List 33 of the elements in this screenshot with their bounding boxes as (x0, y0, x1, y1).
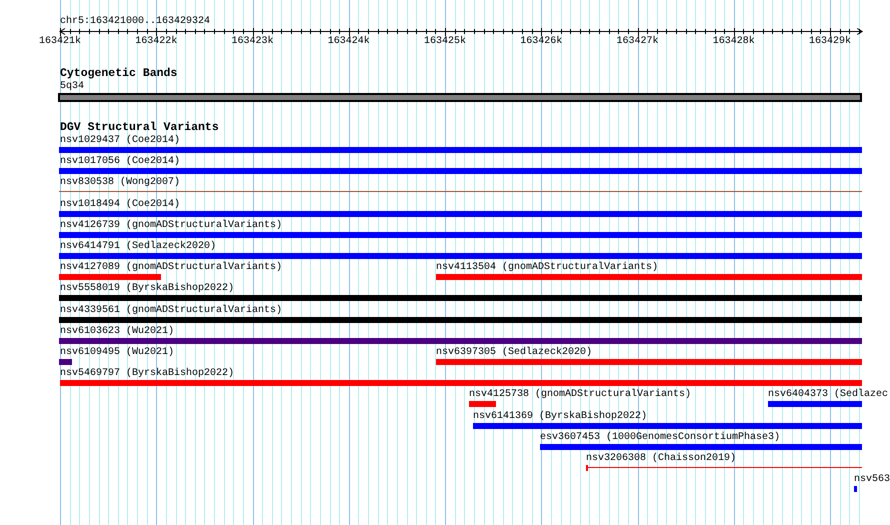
tick-label: 163429k (809, 36, 852, 47)
tick-label: 163424k (328, 36, 370, 47)
track-title: DGV Structural Variants (60, 122, 219, 134)
feature-label: nsv5469797 (ByrskaBishop2022) (60, 368, 234, 379)
feature-label: nsv6397305 (Sedlazeck2020) (436, 347, 592, 358)
feature-label: 5q34 (60, 81, 84, 92)
tick-label: 163427k (616, 36, 659, 47)
tick-label: 163423k (232, 36, 274, 47)
feature-label: nsv6404373 (Sedlazec (768, 389, 888, 400)
feature-label: nsv4339561 (gnomADStructuralVariants) (60, 305, 282, 316)
feature-label: nsv3206308 (Chaisson2019) (586, 453, 736, 464)
feature-label: nsv4127089 (gnomADStructuralVariants) (60, 262, 282, 273)
feature-label: nsv6109495 (Wu2021) (60, 347, 174, 358)
feature-label: nsv1029437 (Coe2014) (60, 135, 180, 146)
track-title: Cytogenetic Bands (60, 68, 178, 80)
tick-label: 163422k (135, 36, 178, 47)
feature-label: esv3607453 (1000GenomesConsortiumPhase3) (540, 432, 780, 443)
feature-label: nsv1018494 (Coe2014) (60, 199, 180, 210)
feature-label: nsv1017056 (Coe2014) (60, 156, 180, 167)
feature-label: nsv6103623 (Wu2021) (60, 326, 174, 337)
feature-label: nsv4125738 (gnomADStructuralVariants) (469, 389, 692, 400)
feature-label: nsv6414791 (Sedlazeck2020) (60, 241, 216, 252)
feature-label: nsv830538 (Wong2007) (60, 177, 180, 188)
feature-label: nsv4113504 (gnomADStructuralVariants) (436, 262, 658, 273)
feature-label: nsv5558019 (ByrskaBishop2022) (60, 283, 234, 294)
tick-label: 163425k (424, 36, 466, 47)
feature-label: nsv563 (854, 474, 890, 485)
feature-label: nsv6141369 (ByrskaBishop2022) (473, 411, 648, 422)
tick-label: 163426k (520, 36, 562, 47)
location-label: chr5:163421000..163429324 (60, 16, 210, 27)
tick-label: 163428k (712, 36, 755, 47)
tick-label: 163421k (39, 36, 82, 47)
feature-label: nsv4126739 (gnomADStructuralVariants) (60, 220, 282, 231)
